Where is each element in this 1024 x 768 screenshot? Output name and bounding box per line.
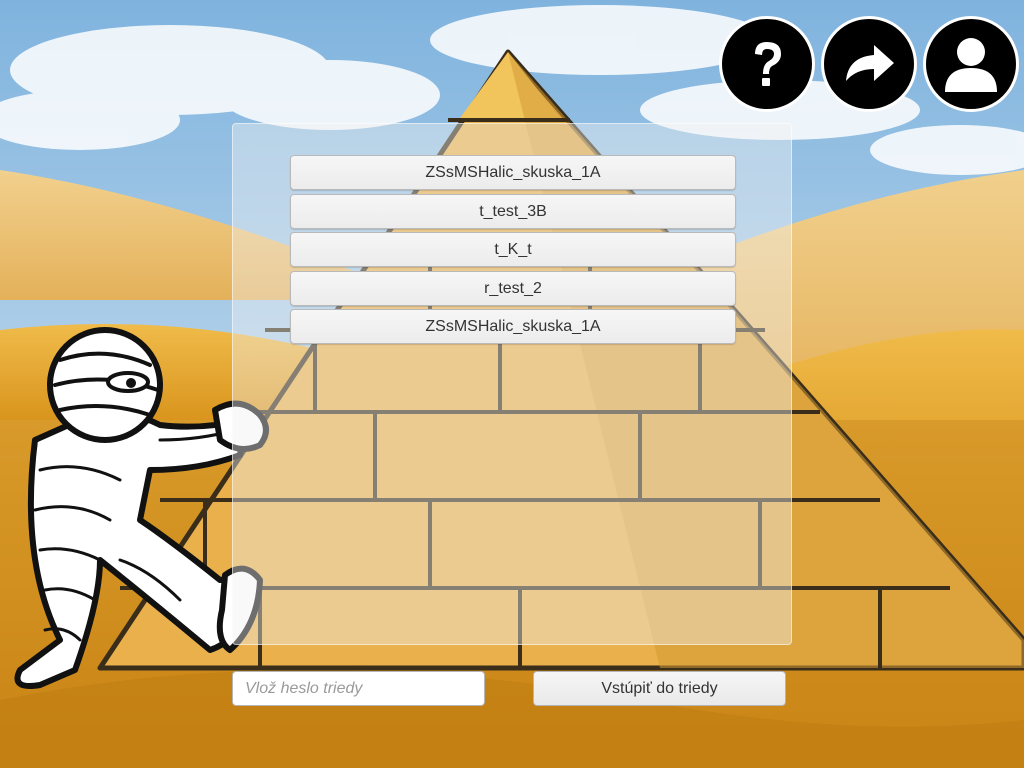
help-button[interactable] (719, 16, 815, 112)
redo-arrow-icon (846, 45, 894, 81)
class-item[interactable]: t_K_t (290, 232, 736, 267)
class-item[interactable]: ZSsMSHalic_skuska_1A (290, 309, 736, 344)
class-list-panel[interactable]: ZSsMSHalic_skuska_1A t_test_3B t_K_t r_t… (232, 123, 792, 645)
class-password-input[interactable] (232, 671, 485, 706)
class-item[interactable]: ZSsMSHalic_skuska_1A (290, 155, 736, 190)
class-item[interactable]: t_test_3B (290, 193, 736, 229)
class-item[interactable]: r_test_2 (290, 270, 736, 306)
question-mark-icon (755, 42, 781, 86)
user-icon (945, 38, 997, 92)
profile-button[interactable] (923, 16, 1019, 112)
share-button[interactable] (821, 16, 917, 112)
class-list: ZSsMSHalic_skuska_1A t_test_3B t_K_t r_t… (290, 155, 736, 348)
enter-class-button[interactable]: Vstúpiť do triedy (533, 671, 786, 706)
